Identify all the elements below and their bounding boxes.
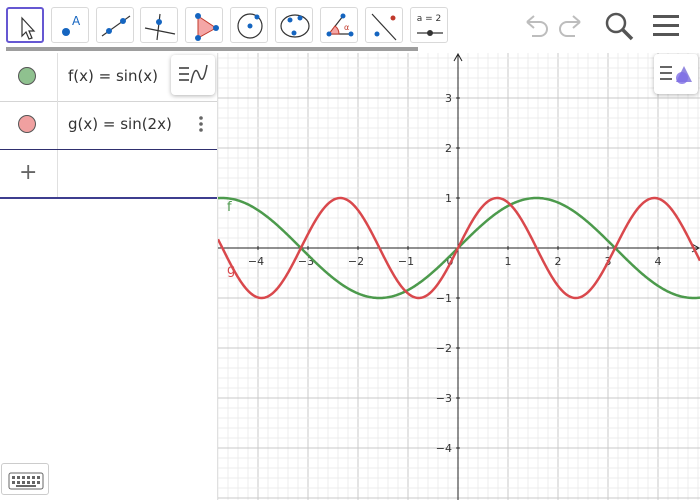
conic-tool-button[interactable] xyxy=(275,7,313,43)
add-icon[interactable]: + xyxy=(19,160,37,185)
reflect-icon xyxy=(371,13,397,41)
y-tick-label: −3 xyxy=(436,392,452,405)
algebra-style-button[interactable] xyxy=(171,55,215,95)
expression-g[interactable]: g(x) = sin(2x) xyxy=(68,115,172,133)
svg-text:α: α xyxy=(344,23,349,32)
expression-f[interactable]: f(x) = sin(x) xyxy=(68,67,158,85)
algebra-row-g[interactable]: g(x) = sin(2x) xyxy=(0,101,217,149)
curve-label-f: f xyxy=(227,200,232,215)
visibility-marker-f[interactable] xyxy=(18,67,36,85)
search-icon[interactable] xyxy=(602,8,638,44)
y-tick-label: 3 xyxy=(445,92,452,105)
algebra-input-row[interactable]: + xyxy=(0,150,217,199)
line-tool-button[interactable] xyxy=(96,7,134,43)
row-divider xyxy=(57,53,58,101)
x-tick-label: 1 xyxy=(505,255,512,268)
slider-icon xyxy=(417,30,443,36)
curve-label-g: g xyxy=(227,263,235,278)
visibility-marker-g[interactable] xyxy=(18,115,36,133)
arrow-cursor-icon xyxy=(21,16,36,40)
x-tick-label: 2 xyxy=(555,255,562,268)
angle-icon: α xyxy=(326,13,354,37)
x-tick-label: −4 xyxy=(248,255,264,268)
redo-icon[interactable] xyxy=(557,8,587,44)
toolbar-scrollbar[interactable] xyxy=(6,47,418,51)
graphics-style-icon xyxy=(660,66,692,84)
polygon-tool-button[interactable] xyxy=(185,7,223,43)
y-tick-label: −4 xyxy=(436,442,452,455)
row-divider xyxy=(57,101,58,149)
point-tool-button[interactable]: A xyxy=(51,7,89,43)
circle-icon xyxy=(237,13,263,39)
x-tick-label: −2 xyxy=(348,255,364,268)
graph-canvas[interactable]: −4 −3 −2 −1 1 2 3 40321−1−2−3−4fg xyxy=(218,53,700,500)
keyboard-icon xyxy=(8,472,44,490)
menu-icon[interactable] xyxy=(650,8,682,44)
input-bar-underline xyxy=(0,197,217,199)
y-tick-label: 2 xyxy=(445,142,452,155)
algebra-view: f(x) = sin(x) g(x) = sin(2x) + xyxy=(0,53,218,500)
move-tool-button[interactable] xyxy=(6,7,44,43)
more-options-icon[interactable] xyxy=(196,115,206,135)
slider-tool-button[interactable]: a = 2 xyxy=(410,7,448,43)
graphics-style-button[interactable] xyxy=(654,54,698,94)
angle-tool-button[interactable]: α xyxy=(320,7,358,43)
algebra-style-icon xyxy=(179,64,208,84)
reflect-tool-button[interactable] xyxy=(365,7,403,43)
undo-icon[interactable] xyxy=(520,8,550,44)
polygon-icon xyxy=(195,13,219,41)
perpendicular-line-tool-button[interactable] xyxy=(140,7,178,43)
keyboard-button[interactable] xyxy=(1,463,49,495)
circle-tool-button[interactable] xyxy=(230,7,268,43)
x-tick-label: 4 xyxy=(655,255,662,268)
toolbar: A α a = 2 xyxy=(0,0,700,51)
point-icon: A xyxy=(62,14,81,36)
svg-text:A: A xyxy=(72,14,81,28)
ellipse-icon xyxy=(280,14,310,38)
line-icon xyxy=(101,15,131,37)
x-tick-label: −1 xyxy=(398,255,414,268)
row-divider xyxy=(57,150,58,198)
graphics-view[interactable]: −4 −3 −2 −1 1 2 3 4 0 3 2 1 −1 −2 −3 −4 f g xyxy=(218,53,700,500)
y-tick-label: −2 xyxy=(436,342,452,355)
y-tick-label: 1 xyxy=(445,192,452,205)
perpendicular-icon xyxy=(144,13,176,41)
y-tick-label: −1 xyxy=(436,292,452,305)
